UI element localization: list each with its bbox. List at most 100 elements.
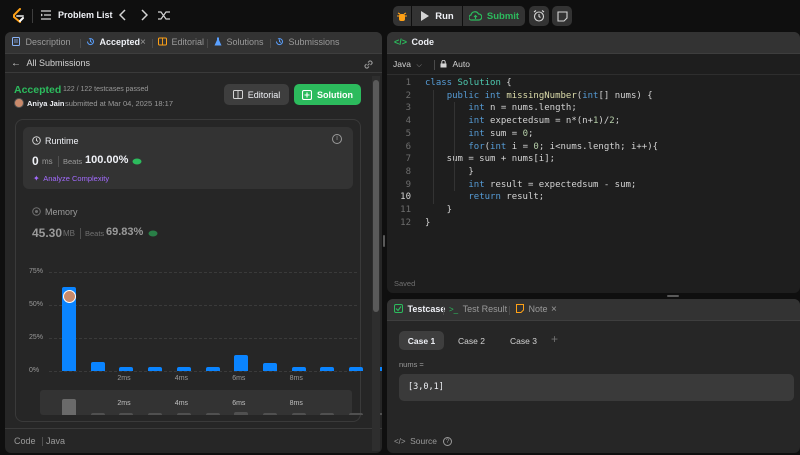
code-icon: </> bbox=[394, 37, 408, 47]
case-1-tab[interactable]: Case 1 bbox=[399, 331, 444, 350]
overview-tick-label: 6ms bbox=[232, 400, 246, 407]
back-link[interactable]: ← All Submissions bbox=[11, 58, 90, 69]
tab-submissions-label: Submissions bbox=[288, 37, 340, 47]
flask-icon bbox=[214, 37, 222, 46]
case-3-tab[interactable]: Case 3 bbox=[501, 331, 546, 350]
divider bbox=[5, 72, 382, 73]
lock-icon bbox=[440, 59, 447, 68]
divider bbox=[5, 428, 382, 429]
link-icon[interactable] bbox=[363, 59, 374, 70]
runtime-unit: ms bbox=[42, 157, 53, 166]
testcases-passed: 122 / 122 testcases passed bbox=[63, 86, 149, 93]
runtime-value: 0 bbox=[32, 154, 39, 168]
close-icon[interactable]: × bbox=[140, 37, 146, 48]
tab-submissions[interactable]: Submissions bbox=[275, 37, 340, 47]
scrollbar[interactable] bbox=[372, 76, 380, 451]
tab-accepted[interactable]: Accepted bbox=[86, 37, 140, 47]
testcase-tab-bar: Testcase >_ Test Result Note × bbox=[387, 299, 800, 321]
line-number: 6 bbox=[405, 141, 411, 152]
divider bbox=[58, 156, 59, 167]
code-line[interactable]: 4 int expectedsum = n*(n+1)/2; bbox=[387, 115, 800, 128]
code-line[interactable]: 9 int result = expectedsum - sum; bbox=[387, 179, 800, 192]
source-link[interactable]: </> Source bbox=[394, 436, 437, 446]
list-icon[interactable] bbox=[41, 10, 51, 20]
divider bbox=[32, 9, 33, 23]
book-icon bbox=[158, 37, 167, 46]
case-2-tab[interactable]: Case 2 bbox=[449, 331, 494, 350]
runtime-beats-label: Beats bbox=[63, 157, 83, 166]
tab-solutions[interactable]: Solutions bbox=[214, 37, 264, 47]
submit-button[interactable]: Submit bbox=[463, 6, 525, 26]
code-line[interactable]: 12} bbox=[387, 217, 800, 230]
code-line[interactable]: 6 for(int i = 0; i<nums.length; i++){ bbox=[387, 141, 800, 154]
code-line[interactable]: 1 class Solution { bbox=[387, 77, 800, 90]
tab-description[interactable]: Description bbox=[12, 37, 71, 47]
line-number: 5 bbox=[405, 128, 411, 139]
analyze-complexity-link[interactable]: ✦ Analyze Complexity bbox=[33, 173, 109, 183]
arrow-left-icon: ← bbox=[11, 58, 21, 69]
all-submissions-label: All Submissions bbox=[26, 58, 91, 68]
divider bbox=[443, 306, 444, 315]
leaf-icon bbox=[148, 229, 158, 237]
language-select[interactable]: Java ⌵ bbox=[393, 59, 422, 70]
prev-problem-icon[interactable] bbox=[118, 9, 127, 21]
tab-testcase[interactable]: Testcase bbox=[394, 304, 445, 314]
code-line[interactable]: 2 public int missingNumber(int[] nums) { bbox=[387, 90, 800, 103]
submitted-at: submitted at Mar 04, 2025 18:17 bbox=[65, 99, 173, 108]
editorial-button[interactable]: Editorial bbox=[224, 84, 289, 105]
tab-test-result-label: Test Result bbox=[462, 304, 508, 314]
code-text: int n = nums.length; bbox=[468, 103, 577, 114]
code-editor[interactable]: 1 class Solution {2 public int missingNum… bbox=[387, 77, 800, 257]
divider bbox=[42, 437, 43, 446]
avatar[interactable] bbox=[14, 98, 24, 108]
code-line[interactable]: 11 } bbox=[387, 204, 800, 217]
shuffle-icon[interactable] bbox=[158, 10, 170, 21]
overview-bar bbox=[119, 412, 134, 415]
memory-label: Memory bbox=[45, 207, 78, 217]
tab-description-label: Description bbox=[25, 37, 71, 47]
solution-button[interactable]: Solution bbox=[294, 84, 361, 105]
divider bbox=[270, 39, 271, 48]
line-number: 7 bbox=[405, 154, 411, 165]
overview-bar bbox=[349, 412, 363, 415]
memory-icon bbox=[32, 207, 41, 216]
memory-beats-label: Beats bbox=[85, 229, 105, 238]
code-text: int result = expectedsum - sum; bbox=[468, 179, 637, 190]
debug-button[interactable] bbox=[393, 6, 411, 26]
code-line[interactable]: 10 return result; bbox=[387, 191, 800, 204]
scrollbar-thumb[interactable] bbox=[373, 80, 379, 312]
vertical-resize-handle[interactable] bbox=[383, 235, 385, 247]
run-button[interactable]: Run bbox=[412, 6, 462, 26]
code-tab[interactable]: </> Code bbox=[394, 37, 434, 47]
close-icon[interactable]: × bbox=[551, 304, 557, 315]
history-icon bbox=[86, 38, 94, 46]
next-problem-icon[interactable] bbox=[140, 9, 149, 21]
info-icon[interactable]: i bbox=[332, 134, 342, 144]
language-value: Java bbox=[393, 59, 411, 69]
code-text: } bbox=[425, 217, 431, 228]
username[interactable]: Aniya Jain bbox=[27, 99, 65, 108]
code-text: int sum = 0; bbox=[468, 128, 534, 139]
notes-button[interactable] bbox=[552, 6, 572, 26]
nums-input[interactable]: [3,0,1] bbox=[399, 374, 794, 401]
overview-tick-label: 4ms bbox=[174, 400, 189, 407]
horizontal-resize-handle[interactable] bbox=[667, 295, 679, 297]
timer-button[interactable] bbox=[529, 6, 549, 26]
tab-note[interactable]: Note bbox=[516, 304, 548, 314]
tab-test-result[interactable]: >_ Test Result bbox=[449, 304, 507, 314]
problem-list-link[interactable]: Problem List bbox=[58, 10, 113, 20]
solution-icon bbox=[302, 89, 312, 100]
indent-guide bbox=[433, 89, 434, 204]
auto-mode[interactable]: Auto bbox=[440, 59, 470, 69]
add-case-button[interactable]: + bbox=[551, 332, 558, 346]
code-line[interactable]: 3 int n = nums.length; bbox=[387, 102, 800, 115]
chart-overview[interactable]: 2ms 4ms 6ms 8ms bbox=[40, 390, 382, 415]
code-line[interactable]: 7 sum = sum + nums[i]; bbox=[387, 153, 800, 166]
tab-editorial[interactable]: Editorial bbox=[158, 37, 204, 47]
leetcode-logo[interactable] bbox=[11, 8, 25, 23]
code-line[interactable]: 8 } bbox=[387, 166, 800, 179]
code-line[interactable]: 5 int sum = 0; bbox=[387, 128, 800, 141]
alarm-icon bbox=[533, 10, 545, 22]
analyze-complexity-label: Analyze Complexity bbox=[43, 174, 110, 183]
help-icon[interactable]: ? bbox=[443, 437, 452, 446]
